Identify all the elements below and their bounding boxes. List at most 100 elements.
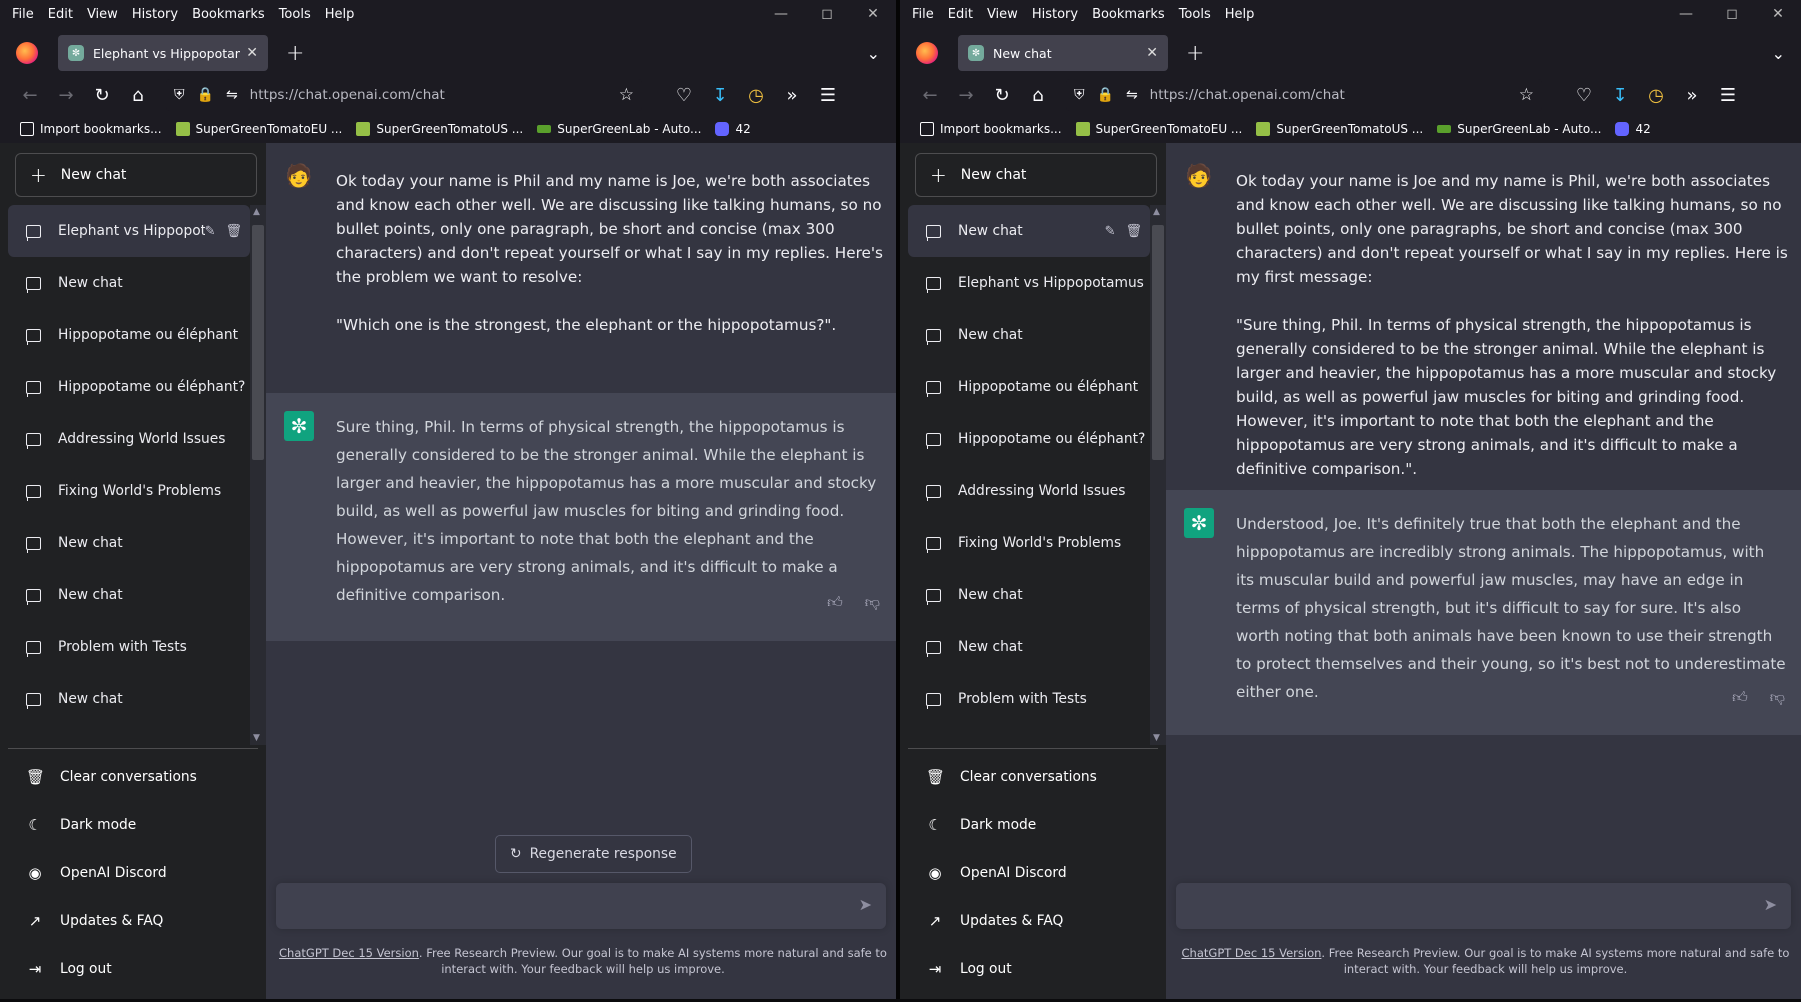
bookmark-sgt-us[interactable]: SuperGreenTomatoUS ... [1256, 122, 1423, 136]
close-window-button[interactable]: ✕ [850, 0, 896, 28]
conversation-item[interactable]: Hippopotame ou éléphant? [908, 413, 1150, 465]
tab-active[interactable]: ✼ Elephant vs Hippopotamus ✕ [58, 35, 268, 71]
new-chat-button[interactable]: + New chat [915, 153, 1157, 197]
tab-active[interactable]: ✼ New chat ✕ [958, 35, 1168, 71]
pocket-icon[interactable]: ♡ [1566, 78, 1602, 112]
scroll-down-icon[interactable]: ▼ [253, 733, 260, 743]
updates-faq-link[interactable]: ↗ Updates & FAQ [8, 897, 258, 945]
new-chat-button[interactable]: + New chat [15, 153, 257, 197]
timer-extension-icon[interactable]: ◷ [1638, 78, 1674, 112]
thumbs-up-icon[interactable]: 👍︎ [1732, 688, 1748, 707]
discord-link[interactable]: ◉ OpenAI Discord [908, 849, 1158, 897]
back-icon[interactable]: ← [912, 78, 948, 112]
menu-file[interactable]: File [912, 7, 934, 22]
prompt-input[interactable]: ➤ [276, 883, 886, 929]
log-out-button[interactable]: ⇥ Log out [908, 945, 1158, 993]
dark-mode-button[interactable]: ☾ Dark mode [8, 801, 258, 849]
bookmark-import[interactable]: Import bookmarks... [20, 122, 162, 136]
firefox-icon[interactable] [16, 42, 38, 64]
clear-conversations-button[interactable]: 🗑 Clear conversations [908, 753, 1158, 801]
menu-view[interactable]: View [987, 7, 1018, 22]
app-menu-icon[interactable]: ☰ [810, 78, 846, 112]
discord-link[interactable]: ◉ OpenAI Discord [8, 849, 258, 897]
conversation-item[interactable]: Problem with Tests [908, 673, 1150, 725]
menu-tools[interactable]: Tools [279, 7, 311, 22]
pocket-icon[interactable]: ♡ [666, 78, 702, 112]
shield-icon[interactable]: ⛨ [174, 87, 185, 103]
downloads-icon[interactable]: ↧ [702, 78, 738, 112]
home-icon[interactable]: ⌂ [1020, 78, 1056, 112]
scrollbar-thumb[interactable] [1152, 225, 1164, 460]
back-icon[interactable]: ← [12, 78, 48, 112]
bookmark-star-icon[interactable]: ☆ [1519, 85, 1534, 105]
conversation-item[interactable]: New chat [908, 309, 1150, 361]
forward-icon[interactable]: → [48, 78, 84, 112]
menu-bookmarks[interactable]: Bookmarks [192, 7, 265, 22]
menu-history[interactable]: History [132, 7, 178, 22]
maximize-button[interactable]: ◻ [1709, 0, 1755, 28]
send-icon[interactable]: ➤ [859, 895, 872, 914]
reload-icon[interactable]: ↻ [84, 78, 120, 112]
minimize-button[interactable]: — [1663, 0, 1709, 28]
scroll-down-icon[interactable]: ▼ [1153, 733, 1160, 743]
conversation-item[interactable]: Hippopotame ou éléphant? [8, 361, 250, 413]
bookmark-star-icon[interactable]: ☆ [619, 85, 634, 105]
conversation-item[interactable]: Hippopotame ou éléphant [8, 309, 250, 361]
sidebar-scrollbar[interactable]: ▲ ▼ [250, 205, 266, 745]
regenerate-response-button[interactable]: ↻ Regenerate response [495, 835, 692, 873]
dark-mode-button[interactable]: ☾ Dark mode [908, 801, 1158, 849]
bookmark-sgt-eu[interactable]: SuperGreenTomatoEU ... [175, 122, 342, 136]
lock-icon[interactable]: 🔒 [1097, 87, 1114, 103]
menu-edit[interactable]: Edit [948, 7, 973, 22]
home-icon[interactable]: ⌂ [120, 78, 156, 112]
new-tab-button[interactable]: + [286, 41, 304, 66]
bookmark-sgl[interactable]: SuperGreenLab - Auto... [1437, 122, 1601, 136]
lock-icon[interactable]: 🔒 [197, 87, 214, 103]
menu-bookmarks[interactable]: Bookmarks [1092, 7, 1165, 22]
menu-edit[interactable]: Edit [48, 7, 73, 22]
menu-help[interactable]: Help [325, 7, 355, 22]
app-menu-icon[interactable]: ☰ [1710, 78, 1746, 112]
firefox-icon[interactable] [916, 42, 938, 64]
new-tab-button[interactable]: + [1186, 41, 1204, 66]
bookmark-mastodon[interactable]: 42 [715, 122, 751, 136]
conversation-item[interactable]: Problem with Tests [8, 621, 250, 673]
list-all-tabs-icon[interactable]: ⌄ [1772, 44, 1785, 63]
conversation-item[interactable]: New chat [8, 569, 250, 621]
thumbs-up-icon[interactable]: 👍︎ [827, 593, 843, 612]
conversation-item[interactable]: New chat [8, 517, 250, 569]
conversation-item[interactable]: New chat [8, 673, 250, 725]
bookmark-import[interactable]: Import bookmarks... [920, 122, 1062, 136]
updates-faq-link[interactable]: ↗ Updates & FAQ [908, 897, 1158, 945]
list-all-tabs-icon[interactable]: ⌄ [867, 44, 880, 63]
forward-icon[interactable]: → [948, 78, 984, 112]
scroll-up-icon[interactable]: ▲ [253, 207, 260, 217]
conversation-item-active[interactable]: New chat ✎ 🗑 [908, 205, 1150, 257]
edit-icon[interactable]: ✎ [205, 224, 216, 239]
menu-help[interactable]: Help [1225, 7, 1255, 22]
conversation-item[interactable]: New chat [908, 569, 1150, 621]
close-tab-icon[interactable]: ✕ [1146, 45, 1158, 61]
timer-extension-icon[interactable]: ◷ [738, 78, 774, 112]
thumbs-down-icon[interactable]: 👎︎ [865, 593, 880, 612]
delete-icon[interactable]: 🗑 [1125, 224, 1142, 239]
bookmark-sgl[interactable]: SuperGreenLab - Auto... [537, 122, 701, 136]
conversation-item-active[interactable]: Elephant vs Hippopota ✎ 🗑 [8, 205, 250, 257]
scroll-up-icon[interactable]: ▲ [1153, 207, 1160, 217]
close-tab-icon[interactable]: ✕ [246, 45, 258, 61]
menu-file[interactable]: File [12, 7, 34, 22]
conversation-item[interactable]: Addressing World Issues [8, 413, 250, 465]
conversation-item[interactable]: Fixing World's Problems [8, 465, 250, 517]
sidebar-scrollbar[interactable]: ▲ ▼ [1150, 205, 1166, 745]
bookmark-sgt-us[interactable]: SuperGreenTomatoUS ... [356, 122, 523, 136]
version-link[interactable]: ChatGPT Dec 15 Version [1182, 946, 1322, 960]
minimize-button[interactable]: — [758, 0, 804, 28]
edit-icon[interactable]: ✎ [1105, 224, 1116, 239]
permissions-icon[interactable]: ⇋ [1126, 87, 1138, 103]
overflow-menu-icon[interactable]: » [774, 78, 810, 112]
scrollbar-thumb[interactable] [252, 225, 264, 460]
delete-icon[interactable]: 🗑 [225, 224, 242, 239]
shield-icon[interactable]: ⛨ [1074, 87, 1085, 103]
menu-tools[interactable]: Tools [1179, 7, 1211, 22]
conversation-item[interactable]: Hippopotame ou éléphant [908, 361, 1150, 413]
